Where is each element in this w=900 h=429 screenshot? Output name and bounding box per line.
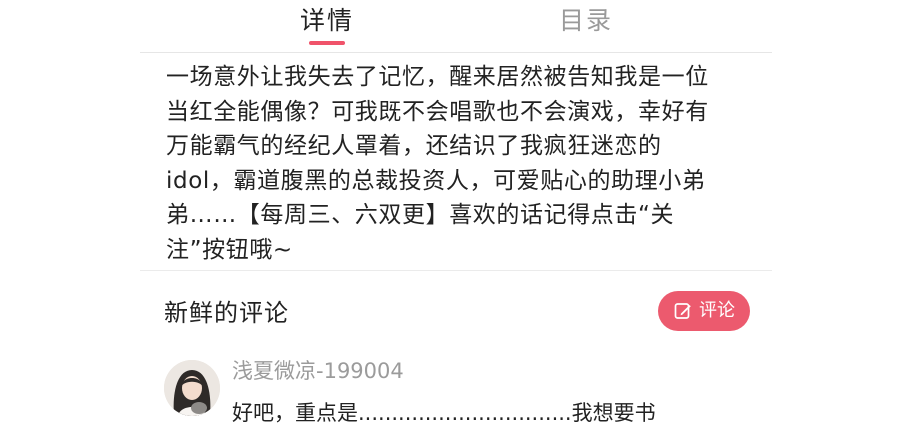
- tab-catalog[interactable]: 目录: [559, 4, 613, 38]
- book-detail-panel: 详情 目录 一场意外让我失去了记忆，醒来居然被告知我是一位 当红全能偶像？可我既…: [140, 0, 772, 429]
- book-synopsis: 一场意外让我失去了记忆，醒来居然被告知我是一位 当红全能偶像？可我既不会唱歌也不…: [166, 64, 709, 263]
- edit-icon: [673, 301, 693, 321]
- tab-bar: 详情 目录: [140, 0, 772, 53]
- comment-username[interactable]: 浅夏微凉-199004: [232, 356, 404, 386]
- tab-detail[interactable]: 详情: [300, 4, 354, 38]
- avatar[interactable]: [164, 360, 220, 416]
- write-comment-label: 评论: [699, 300, 735, 321]
- comment-text: 好吧，重点是................................我想…: [232, 401, 656, 425]
- write-comment-button[interactable]: 评论: [658, 291, 750, 331]
- comments-section-title: 新鲜的评论: [164, 299, 289, 327]
- active-tab-indicator: [309, 41, 345, 45]
- section-divider: [140, 270, 772, 271]
